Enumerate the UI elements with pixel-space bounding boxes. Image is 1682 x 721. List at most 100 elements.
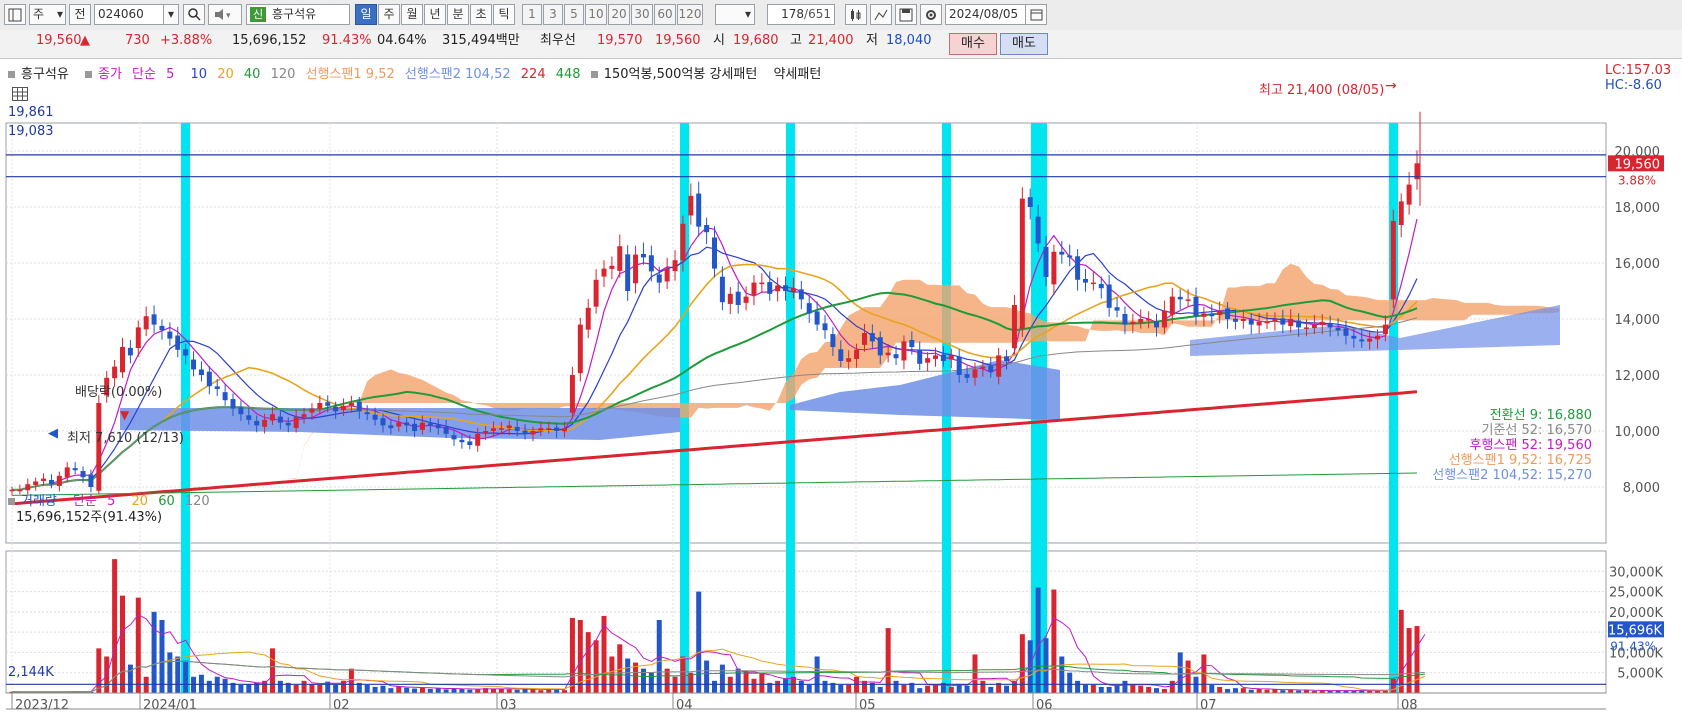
- period-tab[interactable]: 주: [378, 4, 400, 25]
- legend-ma120[interactable]: 120: [271, 67, 296, 82]
- stock-name-field[interactable]: 신 흥구석유: [246, 4, 350, 25]
- period-tab[interactable]: 분: [447, 4, 469, 25]
- legend-ma40[interactable]: 40: [244, 67, 261, 82]
- volume-tick-label: 25,000K: [1609, 586, 1663, 601]
- code-dropdown[interactable]: ▾: [163, 4, 179, 25]
- volume-bar: [530, 689, 536, 693]
- month-label: 06: [1036, 698, 1053, 713]
- legend-ma448[interactable]: 448: [556, 67, 581, 82]
- legend-ma224[interactable]: 224: [521, 67, 546, 82]
- volume: 15,696,152: [232, 33, 307, 48]
- stock-chart[interactable]: 8,000 10,000 12,000 14,000 16,000 18,000 20,00…: [0, 60, 1682, 721]
- market-type-select[interactable]: 주 ▾: [29, 4, 66, 25]
- legend-stock-name: 흥구석유: [21, 67, 69, 82]
- interval-tab[interactable]: 3: [543, 4, 563, 25]
- prev-button[interactable]: 전: [69, 4, 91, 25]
- interval-tab[interactable]: 10: [585, 4, 607, 25]
- legend-ma10[interactable]: 10: [191, 67, 208, 82]
- volume-bar: [372, 686, 378, 693]
- turnover: 04.64%: [377, 33, 427, 48]
- period-tab[interactable]: 일: [355, 4, 377, 25]
- credit-badge: 신: [250, 7, 266, 22]
- gear-icon[interactable]: [920, 4, 942, 25]
- candle-body: [325, 402, 331, 406]
- volume-bar: [1154, 688, 1160, 693]
- legend-span2[interactable]: 선행스팬2 104,52: [405, 67, 511, 82]
- buy-button[interactable]: 매수: [949, 33, 997, 55]
- save-icon[interactable]: [895, 4, 917, 25]
- candle-body: [214, 386, 220, 389]
- table-icon[interactable]: [12, 87, 28, 105]
- candle-body: [988, 366, 994, 373]
- high-label: 고: [790, 33, 802, 48]
- volume-bar: [1122, 680, 1128, 693]
- period-tab[interactable]: 초: [470, 4, 492, 25]
- candle-body: [427, 423, 433, 426]
- candle-body: [1303, 327, 1309, 329]
- interval-tab[interactable]: 120: [677, 4, 703, 25]
- candle-body: [1177, 296, 1183, 300]
- candle-body: [980, 366, 986, 369]
- period-tab[interactable]: 년: [424, 4, 446, 25]
- candle-body: [1122, 313, 1128, 325]
- interval-tab[interactable]: 20: [608, 4, 630, 25]
- legend-vol-ma120[interactable]: 120: [185, 494, 210, 509]
- calendar-icon[interactable]: [1025, 4, 1047, 25]
- interval-tab[interactable]: 30: [631, 4, 653, 25]
- highlight-band: [1389, 123, 1398, 693]
- drawing-icon[interactable]: [870, 4, 892, 25]
- candle-body: [625, 254, 631, 291]
- legend-weak[interactable]: 약세패턴: [773, 67, 821, 82]
- volume-bar: [1398, 609, 1404, 693]
- candle-body: [483, 431, 489, 433]
- volume-bar: [838, 684, 844, 693]
- interval-custom-select[interactable]: ▾: [715, 4, 755, 25]
- volume-bar: [861, 680, 867, 693]
- candle-body: [1272, 319, 1278, 321]
- volume-bar: [1240, 688, 1246, 693]
- interval-tab[interactable]: 5: [564, 4, 584, 25]
- chevron-down-icon: ▾: [167, 7, 175, 21]
- candle-body: [917, 350, 923, 364]
- period-tab[interactable]: 틱: [493, 4, 515, 25]
- legend-ma20[interactable]: 20: [217, 67, 234, 82]
- sound-icon[interactable]: ▾: [208, 4, 242, 25]
- code-input[interactable]: 024060: [94, 4, 166, 25]
- sell-button[interactable]: 매도: [1000, 33, 1048, 55]
- search-icon[interactable]: [183, 4, 205, 25]
- volume-bar: [1225, 688, 1231, 693]
- volume-tick-label: 5,000K: [1617, 667, 1663, 682]
- month-label: 08: [1401, 698, 1418, 713]
- volume-bar: [885, 628, 891, 693]
- interval-tab[interactable]: 1: [522, 4, 542, 25]
- max-label: 최고 21,400 (08/05): [1259, 83, 1385, 98]
- volume-bar: [1209, 684, 1215, 693]
- volume-bar: [743, 670, 749, 693]
- volume-bar: [783, 678, 789, 693]
- legend-stock[interactable]: 흥구석유: [8, 67, 75, 82]
- interval-tab[interactable]: 60: [654, 4, 676, 25]
- period-tab[interactable]: 월: [401, 4, 423, 25]
- volume-bar: [435, 688, 441, 693]
- candle-body: [1161, 310, 1167, 328]
- layout-icon[interactable]: [4, 4, 26, 25]
- bar-count-field[interactable]: 178/651: [767, 4, 835, 25]
- volume-bar: [151, 611, 157, 693]
- legend-span1[interactable]: 선행스팬1 9,52: [306, 67, 395, 82]
- candle-body: [964, 374, 970, 378]
- candle-body: [893, 354, 899, 359]
- legend-close[interactable]: 종가 단순 5: [84, 67, 180, 82]
- min-label: 최저 7,610 (12/13): [67, 431, 185, 446]
- candle-body: [1051, 251, 1057, 285]
- candle-body: [719, 276, 725, 303]
- candle-body: [1090, 282, 1096, 285]
- candle-body: [80, 471, 86, 478]
- legend-pattern[interactable]: 150억봉,500억봉 강세패턴: [590, 67, 764, 82]
- date-input[interactable]: 2024/08/05: [945, 4, 1035, 25]
- candle-body: [869, 333, 875, 342]
- candle-body: [996, 355, 1002, 377]
- volume-bar: [333, 684, 339, 693]
- candle-icon[interactable]: [845, 4, 867, 25]
- candle-body: [1390, 221, 1396, 300]
- volume-bar: [419, 687, 425, 693]
